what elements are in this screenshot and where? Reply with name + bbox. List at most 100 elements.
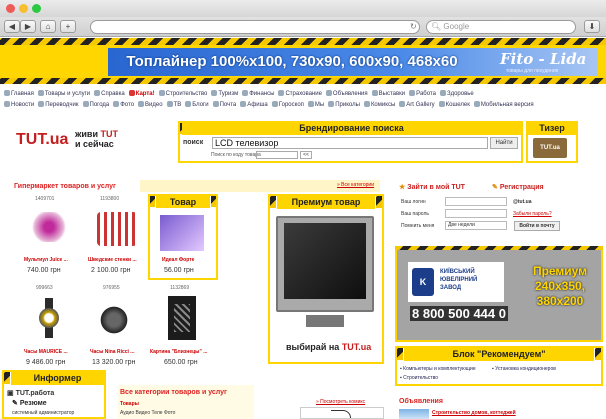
forward-button[interactable]: ▶ — [20, 20, 36, 33]
nav-item[interactable]: Справка — [94, 90, 125, 97]
stripe-deco — [211, 196, 216, 207]
ad-image[interactable] — [399, 409, 429, 419]
ad-link[interactable]: Строительство домов, коттеджей — [432, 410, 516, 416]
product-image[interactable] — [100, 298, 128, 338]
search-input[interactable]: LCD телевизор — [212, 137, 488, 149]
login-domain: @tut.ua — [513, 199, 532, 205]
remember-select[interactable]: Две недели — [445, 221, 507, 230]
login-link[interactable]: ★ Зайти в мой TUT — [399, 183, 465, 191]
login-name-input[interactable] — [445, 197, 507, 206]
login-pass-input[interactable] — [445, 209, 507, 218]
nav-icon — [473, 101, 480, 107]
product-price: 650.00 грн — [164, 359, 198, 366]
slogan-part: и сейчас — [75, 139, 114, 149]
minimize-window-icon[interactable] — [19, 4, 28, 13]
product-code: 1132869 — [170, 285, 190, 291]
tovar-image[interactable] — [160, 215, 204, 251]
category-link[interactable]: Аудио Видео Теле Фото — [120, 410, 175, 416]
login-pass-label: Ваш пароль — [401, 211, 429, 217]
nav-item[interactable]: Туризм — [211, 90, 238, 97]
teaser-image[interactable]: TUT.ua — [533, 138, 567, 158]
recommend-item[interactable]: ▪ Строительство — [400, 375, 438, 381]
nav-item[interactable]: Комиксы — [363, 101, 395, 108]
all-categories-link[interactable]: » Все категории — [337, 182, 374, 188]
tv-stand — [306, 315, 344, 327]
nav-item[interactable]: Блоги — [185, 101, 209, 108]
add-bookmark-button[interactable]: + — [60, 20, 76, 33]
recommend-icon: ▪ — [400, 366, 402, 372]
product-name[interactable]: Шведские стенки ... — [88, 257, 137, 263]
nav-item[interactable]: Гороскоп — [271, 101, 304, 108]
nav-item[interactable]: Фото — [113, 101, 134, 108]
category-heading[interactable]: Товары — [120, 401, 139, 407]
product-image[interactable] — [30, 212, 68, 242]
comics-link[interactable]: » Посмотреть комикс — [316, 399, 365, 405]
banner-brand-sub: товары для похудения — [506, 68, 559, 74]
downloads-icon[interactable]: ⬇ — [584, 20, 600, 33]
nav-item[interactable]: Здоровье — [439, 90, 474, 97]
nav-item[interactable]: Почта — [212, 101, 236, 108]
informer-subitem[interactable]: системный администратор — [12, 410, 74, 416]
nav-item[interactable]: Строительство — [158, 90, 207, 97]
address-bar[interactable] — [90, 20, 420, 34]
site-logo[interactable]: TUT.ua — [16, 131, 68, 149]
nav-item[interactable]: Мобильная версия — [473, 101, 534, 108]
nav-item[interactable]: Финансы — [242, 90, 274, 97]
code-input[interactable] — [256, 151, 298, 159]
nav-item[interactable]: Работа — [409, 90, 436, 97]
search-icon: 🔍︎ — [431, 22, 442, 31]
product-name[interactable]: Мультиул Juice ... — [24, 257, 68, 263]
nav-item[interactable]: Товары и услуги — [37, 90, 90, 97]
nav-item[interactable]: Art Gallery — [399, 101, 435, 108]
nav-icon — [409, 90, 416, 96]
product-image[interactable] — [168, 296, 196, 340]
nav-item[interactable]: Выставки — [371, 90, 405, 97]
informer-item[interactable]: ✎ Резюме — [12, 399, 47, 407]
nav-item[interactable]: Мы — [307, 101, 324, 108]
recommend-item[interactable]: ▪ Установка кондиционеров — [492, 366, 556, 372]
comics-preview[interactable] — [300, 407, 384, 419]
close-window-icon[interactable] — [6, 4, 15, 13]
informer-icon: ▣ — [7, 390, 14, 397]
register-link[interactable]: ✎ Регистрация — [492, 183, 544, 191]
tovar-name[interactable]: Идеал Форте — [162, 257, 194, 263]
nav-item[interactable]: Карта! — [128, 90, 155, 97]
premium-size-line: 380х200 — [536, 294, 584, 308]
stripe-deco — [595, 348, 601, 360]
login-submit-button[interactable]: Войти в почту — [514, 221, 560, 231]
product-image[interactable] — [97, 212, 137, 246]
back-button[interactable]: ◀ — [4, 20, 20, 33]
product-code: 999663 — [36, 285, 53, 291]
recommend-icon: ▪ — [400, 375, 402, 381]
recommend-item[interactable]: ▪ Компьютеры и комплектующие — [400, 366, 476, 372]
premium-tv-image[interactable] — [276, 216, 374, 312]
product-name[interactable]: Картина "Близнецы" ... — [150, 349, 207, 355]
nav-item[interactable]: Приколы — [328, 101, 360, 108]
nav-item[interactable]: Кошелек — [438, 101, 470, 108]
nav-item[interactable]: Новости — [4, 101, 34, 108]
browser-toolbar: ◀ ▶ ⌂ + ↻ 🔍︎ Google ⬇ — [0, 17, 606, 37]
nav-item[interactable]: Погода — [82, 101, 109, 108]
product-image[interactable] — [37, 298, 61, 338]
home-button[interactable]: ⌂ — [40, 20, 56, 33]
nav-item[interactable]: Афиша — [240, 101, 268, 108]
nav-item[interactable]: Переводчик — [38, 101, 79, 108]
nav-item[interactable]: ТВ — [166, 101, 181, 108]
product-name[interactable]: Часы MAURICE ... — [24, 349, 68, 355]
nav-item[interactable]: Видео — [138, 101, 163, 108]
nav-icon — [271, 101, 278, 107]
search-button[interactable]: Найти — [490, 137, 518, 149]
nav-icon — [4, 90, 10, 96]
zoom-window-icon[interactable] — [32, 4, 41, 13]
code-go-button[interactable]: << — [300, 151, 312, 159]
nav-icon — [185, 101, 192, 107]
forgot-link[interactable]: Забыли пароль? — [513, 211, 552, 217]
informer-tab[interactable]: ▣ TUT.работа — [7, 389, 54, 397]
nav-item[interactable]: Страхование — [278, 90, 322, 97]
reload-icon[interactable]: ↻ — [410, 22, 417, 31]
nav-item[interactable]: Объявления — [325, 90, 368, 97]
nav-item[interactable]: Главная — [4, 90, 34, 97]
product-name[interactable]: Часы Nina Ricci ... — [90, 349, 134, 355]
browser-search-field[interactable]: 🔍︎ Google — [426, 20, 576, 34]
register-icon: ✎ — [492, 184, 498, 191]
